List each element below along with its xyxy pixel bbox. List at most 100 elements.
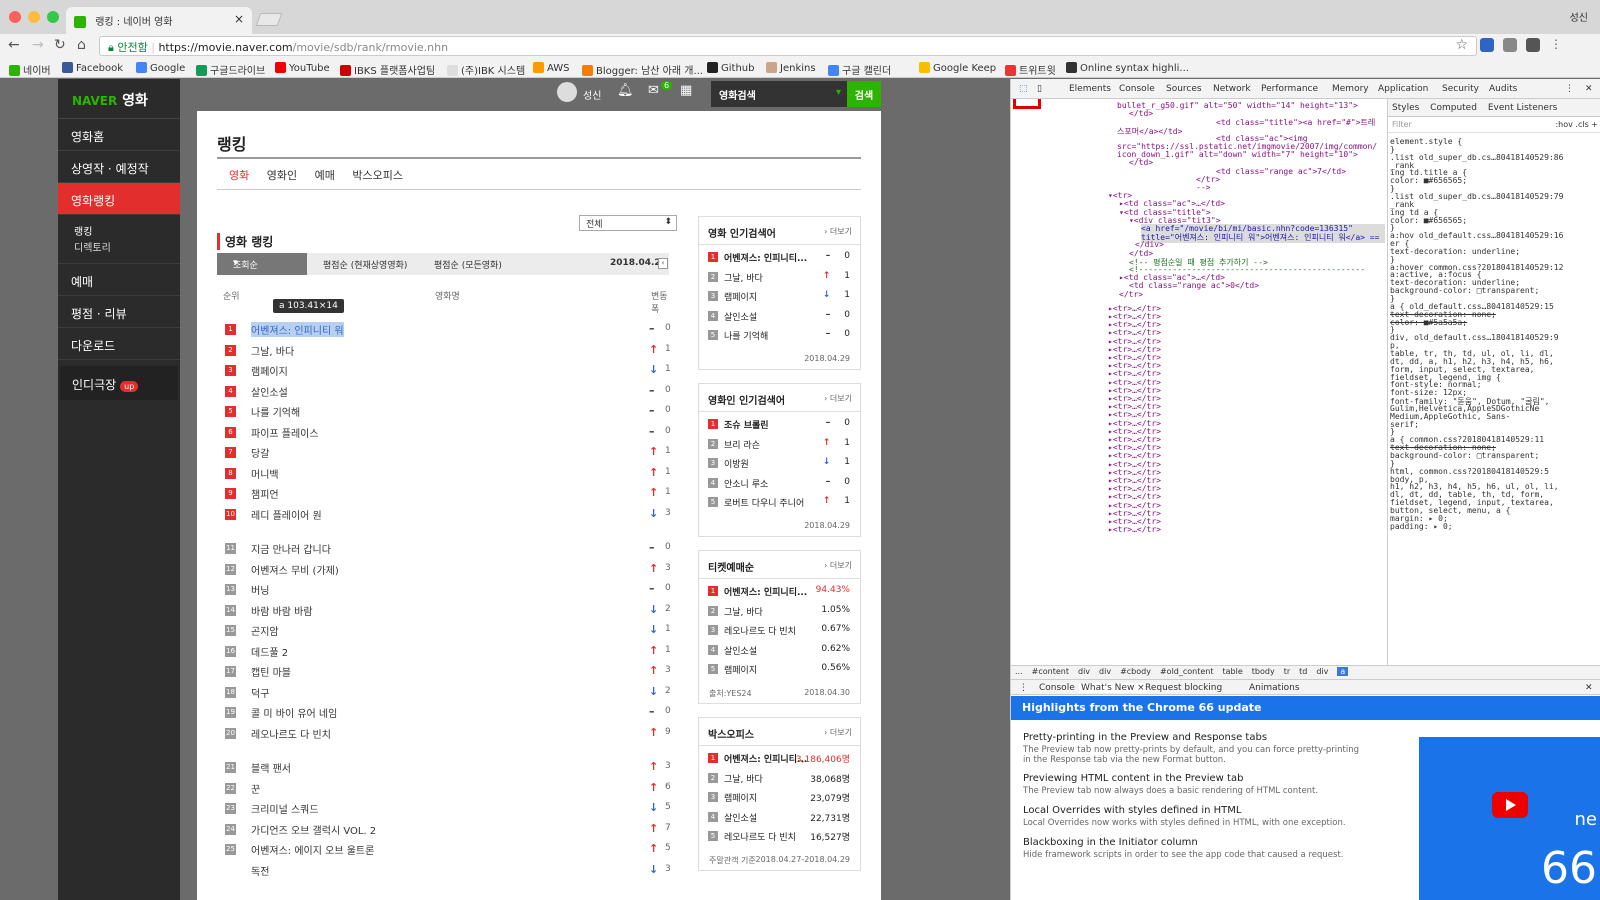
tab-event-listeners[interactable]: Event Listeners xyxy=(1488,103,1558,113)
tab-network[interactable]: Network xyxy=(1213,84,1251,94)
side-box-item[interactable]: 1 어벤져스: 인피니티... 94.43% xyxy=(699,583,860,603)
movie-title-link[interactable]: 그날, 바다 xyxy=(251,343,294,358)
dom-node[interactable]: </td> xyxy=(1129,109,1153,118)
bookmark-item[interactable]: YouTube xyxy=(275,62,330,74)
breadcrumb-item[interactable]: a xyxy=(1337,667,1349,676)
movie-title-link[interactable]: 램페이지 xyxy=(251,363,288,378)
minimize-window-button[interactable] xyxy=(28,11,40,23)
extension-icon[interactable] xyxy=(1503,38,1517,52)
breadcrumb-item[interactable]: #old_content xyxy=(1160,667,1214,676)
sort-by-rating-current[interactable]: 평점순 (현재상영영화) xyxy=(323,258,407,271)
movie-title-link[interactable]: 어벤져스: 에이지 오브 울트론 xyxy=(251,842,374,857)
home-icon[interactable]: ⌂ xyxy=(77,37,86,53)
side-box-item[interactable]: 5 램페이지 0.56% xyxy=(699,661,860,681)
bell-icon[interactable]: 🔔︎ xyxy=(617,83,634,98)
tab-computed[interactable]: Computed xyxy=(1430,103,1477,113)
prev-date-button[interactable]: ‹ xyxy=(658,258,668,269)
play-button-icon[interactable] xyxy=(1492,792,1528,818)
bookmark-item[interactable]: Jenkins xyxy=(766,62,816,74)
indie-cinema-link[interactable]: 인디극장 up xyxy=(60,366,178,400)
feature-item[interactable]: Previewing HTML content in the Preview t… xyxy=(1023,773,1363,796)
movie-title-link[interactable]: 지금 만나러 갑니다 xyxy=(251,541,331,556)
dom-node[interactable]: ▸<tr>…</tr> xyxy=(1108,525,1161,534)
more-link[interactable]: › 더보기 xyxy=(824,226,852,237)
movie-title-link[interactable]: 블랙 팬서 xyxy=(251,760,291,775)
elements-tree[interactable]: bullet_r_g50.gif" alt="50" width="14" he… xyxy=(1011,99,1385,665)
movie-title-link[interactable]: 곤지암 xyxy=(251,623,279,638)
tab-styles[interactable]: Styles xyxy=(1392,103,1419,113)
drawer-tab-whats-new[interactable]: What's New × xyxy=(1079,683,1147,693)
bookmark-item[interactable]: IBKS 플랫폼사업팀 xyxy=(340,62,435,77)
back-arrow-icon[interactable]: ← xyxy=(8,37,20,53)
drawer-menu-icon[interactable]: ⋮ xyxy=(1019,683,1028,693)
movie-title-link[interactable]: 바람 바람 바람 xyxy=(251,603,313,618)
more-link[interactable]: › 더보기 xyxy=(824,560,852,571)
movie-title-link[interactable]: 레디 플레이어 원 xyxy=(251,507,322,522)
device-toolbar-icon[interactable]: ▯ xyxy=(1037,84,1042,94)
new-tab-button[interactable] xyxy=(255,13,283,26)
dom-node[interactable]: <td class="title"><a href="#">트레 xyxy=(1216,117,1375,128)
drawer-tab-console[interactable]: Console xyxy=(1039,683,1075,693)
breadcrumb-item[interactable]: tr xyxy=(1284,667,1290,676)
breadcrumb-item[interactable]: td xyxy=(1299,667,1307,676)
sidebar-item-now-showing[interactable]: 상영작 · 예정작 xyxy=(58,151,180,183)
tab-performance[interactable]: Performance xyxy=(1261,84,1318,94)
close-drawer-icon[interactable]: ✕ xyxy=(1585,683,1593,693)
dom-node[interactable]: </td> xyxy=(1129,158,1153,167)
movie-title-link[interactable]: 어벤져스 무비 (가제) xyxy=(251,562,339,577)
profile-name[interactable]: 성신 xyxy=(1570,9,1588,24)
movie-title-link[interactable]: 데드풀 2 xyxy=(251,644,288,659)
breadcrumb-item[interactable]: div xyxy=(1316,667,1328,676)
side-box-item[interactable]: 5 나를 기억해 –0 xyxy=(699,327,860,347)
dom-node[interactable]: 스포머</a></td> xyxy=(1117,126,1182,137)
chrome66-video-thumbnail[interactable]: ne 66 xyxy=(1419,737,1600,900)
bookmark-item[interactable]: 구글 캘린더 xyxy=(828,62,891,77)
feature-item[interactable]: Blackboxing in the Initiator column Hide … xyxy=(1023,837,1363,860)
bookmark-item[interactable]: Facebook xyxy=(62,62,123,74)
dom-node[interactable]: bullet_r_g50.gif" alt="50" width="14" he… xyxy=(1117,101,1358,110)
drawer-tab-request-blocking[interactable]: Request blocking xyxy=(1145,683,1222,693)
side-box-item[interactable]: 4 살인소설 22,731명 xyxy=(699,809,860,829)
chrome-menu-icon[interactable]: ⋮ xyxy=(1550,37,1562,51)
movie-title-link[interactable]: 가디언즈 오브 갤럭시 VOL. 2 xyxy=(251,822,376,837)
dom-node[interactable]: icon_down_1.gif" alt="down" width="7" he… xyxy=(1117,150,1358,159)
movie-title-link[interactable]: 레오나르도 다 빈치 xyxy=(251,726,331,741)
tab-sources[interactable]: Sources xyxy=(1166,84,1202,94)
dom-node[interactable]: <td class="range ac">0</td> xyxy=(1129,281,1259,290)
sidebar-item-review[interactable]: 평점 · 리뷰 xyxy=(58,296,180,328)
side-box-item[interactable]: 2 그날, 바다 1.05% xyxy=(699,603,860,623)
side-box-item[interactable]: 3 램페이지 ↓ 1 xyxy=(699,288,860,308)
submenu-directory[interactable]: 디렉토리 xyxy=(74,237,180,254)
bookmark-item[interactable]: Online syntax highli... xyxy=(1066,62,1189,74)
movie-title-link[interactable]: 콜 미 바이 유어 네임 xyxy=(251,705,337,720)
bookmark-item[interactable]: 네이버 xyxy=(9,62,51,77)
side-box-item[interactable]: 3 이방원 ↓ 1 xyxy=(699,455,860,475)
tab-movie[interactable]: 영화 xyxy=(229,169,249,182)
movie-title-link[interactable]: 어벤져스: 인피니티 워 xyxy=(251,322,344,337)
extension-icon[interactable] xyxy=(1480,38,1494,52)
tab-security[interactable]: Security xyxy=(1442,84,1479,94)
apps-grid-icon[interactable]: ▦ xyxy=(680,83,692,98)
sort-by-views[interactable]: 조회순 ▾ xyxy=(217,253,307,275)
bookmark-item[interactable]: 구글드라이브 xyxy=(196,62,265,77)
side-box-item[interactable]: 4 살인소설 0.62% xyxy=(699,642,860,662)
breadcrumb-item[interactable]: div xyxy=(1078,667,1090,676)
bookmark-item[interactable]: Google xyxy=(136,62,185,74)
bookmark-item[interactable]: Github xyxy=(707,62,754,74)
side-box-item[interactable]: 2 그날, 바다 ↑ 1 xyxy=(699,269,860,289)
sidebar-item-download[interactable]: 다운로드 xyxy=(58,328,180,360)
styles-filter-input[interactable]: Filter:hov .cls + xyxy=(1388,117,1600,133)
movie-title-link[interactable]: 크리미널 스쿼드 xyxy=(251,801,319,816)
breadcrumb-item[interactable]: ... xyxy=(1015,667,1023,676)
side-box-item[interactable]: 1 어벤져스: 인피니티... –0 xyxy=(699,249,860,269)
side-box-item[interactable]: 2 브리 라슨 ↑ 1 xyxy=(699,436,860,456)
tab-application[interactable]: Application xyxy=(1378,84,1428,94)
breadcrumb-item[interactable]: #cbody xyxy=(1120,667,1151,676)
bookmark-item[interactable]: 트위트윗 xyxy=(1005,62,1056,77)
tab-elements[interactable]: Elements xyxy=(1069,84,1111,94)
tab-audits[interactable]: Audits xyxy=(1489,84,1517,94)
genre-select[interactable]: 전체 ⬍ xyxy=(579,215,677,231)
movie-title-link[interactable]: 당갈 xyxy=(251,445,269,460)
breadcrumb-item[interactable]: table xyxy=(1223,667,1243,676)
naver-movie-logo[interactable]: NAVER 영화 xyxy=(58,79,180,119)
